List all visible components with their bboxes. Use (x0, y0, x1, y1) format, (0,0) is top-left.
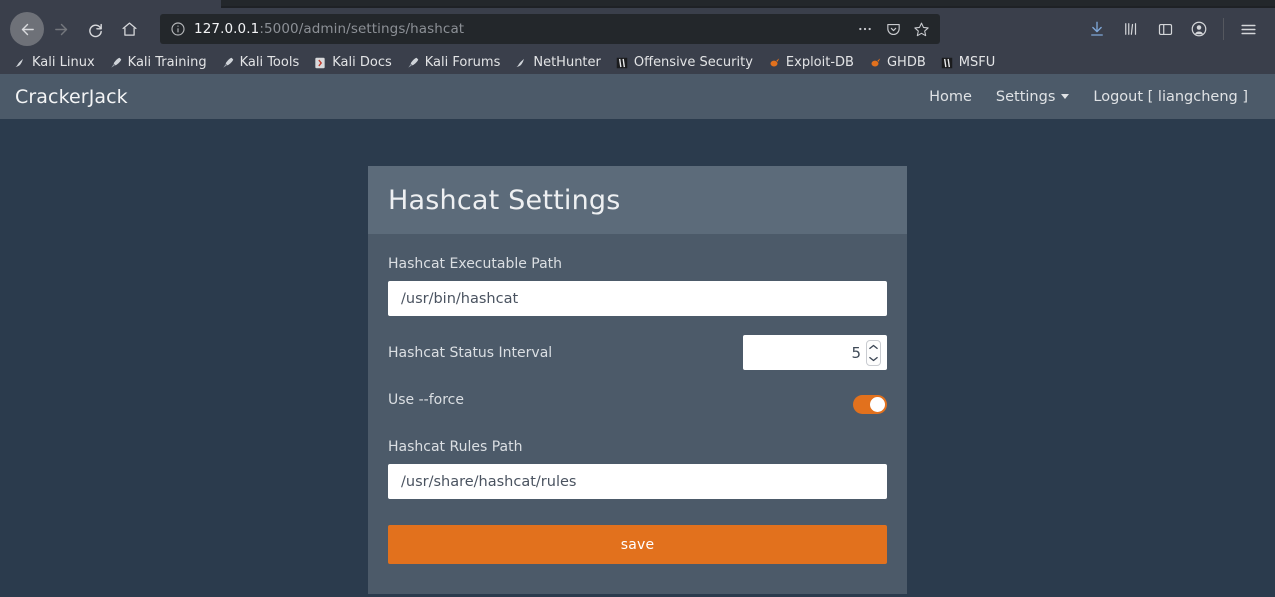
site-info-icon[interactable] (170, 21, 186, 37)
exploitdb-icon (868, 55, 882, 69)
bookmark-msfu[interactable]: MSFU (933, 51, 1002, 73)
kali-docs-icon (313, 55, 327, 69)
toggle-knob (870, 397, 885, 412)
sidebar-icon[interactable] (1150, 14, 1180, 44)
nav-link-label: Settings (995, 88, 1056, 105)
home-icon (121, 21, 138, 38)
reload-icon (87, 21, 104, 38)
bookmark-label: Kali Forums (424, 54, 501, 70)
bookmark-ghdb[interactable]: GHDB (861, 51, 933, 73)
kali-tool-icon (406, 55, 420, 69)
navbar-links: Home Settings Logout [ liangcheng ] (917, 89, 1260, 105)
chevron-down-icon[interactable] (869, 356, 878, 362)
bookmark-star-icon[interactable] (908, 16, 934, 42)
settings-card: Hashcat Settings Hashcat Executable Path… (368, 166, 907, 594)
bookmark-kali-forums[interactable]: Kali Forums (399, 51, 508, 73)
use-force-label: Use --force (388, 392, 464, 408)
browser-toolbar: 127.0.0.1:5000/admin/settings/hashcat (0, 8, 1275, 50)
field-rules-path: Hashcat Rules Path (388, 439, 887, 499)
page-title: Hashcat Settings (388, 185, 621, 216)
bookmark-label: Offensive Security (633, 54, 753, 70)
kali-tool-icon (221, 55, 235, 69)
bookmark-kali-linux[interactable]: Kali Linux (6, 51, 102, 73)
bookmark-label: Kali Linux (32, 54, 95, 70)
bookmark-label: NetHunter (533, 54, 601, 70)
bookmark-exploit-db[interactable]: Exploit-DB (760, 51, 861, 73)
field-executable-path: Hashcat Executable Path (388, 256, 887, 316)
page-content: CrackerJack Home Settings Logout [ liang… (0, 74, 1275, 597)
kali-tool-icon (109, 55, 123, 69)
url-action-group (852, 16, 934, 42)
bookmark-label: GHDB (886, 54, 926, 70)
kali-dragon-icon (13, 55, 27, 69)
account-icon[interactable] (1184, 14, 1214, 44)
toolbar-right-icons (1082, 14, 1265, 44)
bookmark-label: MSFU (958, 54, 996, 70)
menu-icon[interactable] (1233, 14, 1263, 44)
app-brand[interactable]: CrackerJack (15, 86, 128, 108)
nav-link-settings[interactable]: Settings (984, 89, 1081, 105)
toolbar-divider (1223, 18, 1224, 40)
back-button[interactable] (10, 12, 44, 46)
forward-arrow-icon (53, 21, 70, 38)
bookmark-label: Kali Training (127, 54, 207, 70)
bookmark-kali-docs[interactable]: Kali Docs (306, 51, 399, 73)
url-text: 127.0.0.1:5000/admin/settings/hashcat (194, 21, 852, 37)
bookmark-offensive-security[interactable]: Offensive Security (608, 51, 760, 73)
card-header: Hashcat Settings (368, 166, 907, 234)
exploitdb-icon (767, 55, 781, 69)
library-icon[interactable] (1116, 14, 1146, 44)
card-body: Hashcat Executable Path Hashcat Status I… (368, 234, 907, 594)
bookmark-kali-training[interactable]: Kali Training (102, 51, 214, 73)
url-host: 127.0.0.1 (194, 21, 260, 37)
pocket-icon[interactable] (880, 16, 906, 42)
url-path: :5000/admin/settings/hashcat (259, 21, 465, 37)
status-interval-stepper[interactable] (743, 335, 887, 370)
field-status-interval: Hashcat Status Interval (388, 335, 887, 370)
downloads-icon[interactable] (1082, 14, 1112, 44)
save-button[interactable]: save (388, 525, 887, 564)
executable-path-label: Hashcat Executable Path (388, 256, 563, 272)
back-arrow-icon (19, 21, 36, 38)
executable-path-input[interactable] (388, 281, 887, 316)
forward-button[interactable] (44, 12, 78, 46)
nav-link-label: Home (929, 88, 972, 105)
tab-seam (221, 6, 1275, 8)
rules-path-label: Hashcat Rules Path (388, 439, 523, 455)
rules-path-input[interactable] (388, 464, 887, 499)
nav-link-label: Logout [ liangcheng ] (1093, 88, 1248, 105)
reload-button[interactable] (78, 12, 112, 46)
offsec-icon (615, 55, 629, 69)
page-actions-button[interactable] (852, 16, 878, 42)
tab-strip (0, 0, 1275, 8)
status-interval-label: Hashcat Status Interval (388, 344, 553, 361)
kali-dragon-icon (514, 55, 528, 69)
bookmark-nethunter[interactable]: NetHunter (507, 51, 608, 73)
home-button[interactable] (112, 12, 146, 46)
chevron-up-icon[interactable] (869, 344, 878, 350)
bookmark-label: Kali Tools (239, 54, 300, 70)
nav-link-logout[interactable]: Logout [ liangcheng ] (1081, 89, 1260, 105)
bookmark-label: Kali Docs (332, 54, 392, 70)
use-force-toggle[interactable] (853, 395, 887, 414)
app-navbar: CrackerJack Home Settings Logout [ liang… (0, 74, 1275, 119)
content-area: Hashcat Settings Hashcat Executable Path… (0, 119, 1275, 594)
bookmark-label: Exploit-DB (785, 54, 854, 70)
bookmarks-bar: Kali Linux Kali Training Kali Tools Kali… (0, 50, 1275, 74)
browser-chrome: 127.0.0.1:5000/admin/settings/hashcat Ka… (0, 0, 1275, 74)
chevron-down-icon (1061, 94, 1070, 99)
field-use-force: Use --force (388, 389, 887, 417)
address-bar[interactable]: 127.0.0.1:5000/admin/settings/hashcat (160, 14, 940, 44)
offsec-icon (940, 55, 954, 69)
nav-link-home[interactable]: Home (917, 89, 984, 105)
bookmark-kali-tools[interactable]: Kali Tools (214, 51, 307, 73)
number-spinner[interactable] (866, 339, 881, 366)
